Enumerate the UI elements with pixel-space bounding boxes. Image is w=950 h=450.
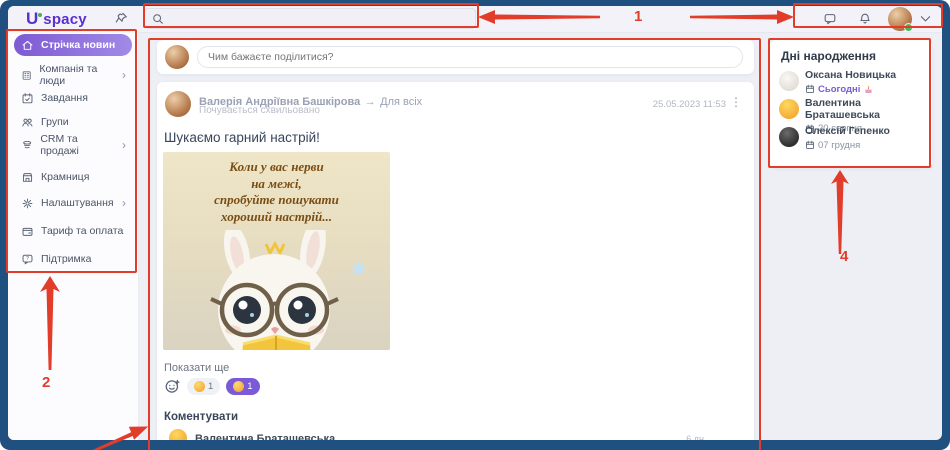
store-icon: [22, 172, 33, 182]
show-more-link[interactable]: Показати ще: [164, 362, 229, 374]
post-title: Шукаємо гарний настрій!: [164, 130, 320, 145]
logo-letter: U: [26, 9, 39, 28]
comment-author-avatar: [169, 429, 187, 440]
birthday-item[interactable]: Оксана Новицька Сьогодні: [805, 69, 896, 95]
bunny-illustration: [210, 230, 366, 350]
add-reaction-icon[interactable]: [164, 378, 181, 395]
logo-dot-icon: [38, 13, 43, 17]
sidebar-item-settings[interactable]: Налаштування ›: [14, 192, 132, 214]
party-emoji-icon: [233, 381, 245, 392]
sidebar-item-crm[interactable]: CRM та продажі ›: [14, 133, 132, 157]
sidebar-item-label: Налаштування: [41, 197, 114, 209]
sidebar-item-label: Тариф та оплата: [41, 225, 124, 237]
birthdays-title: Дні народження: [781, 49, 877, 63]
sidebar-item-label: Стрічка новин: [41, 39, 116, 51]
screenshot-canvas: Uspacy Стрічка новин Компанія та люди › …: [0, 0, 950, 450]
pin-sidebar-icon[interactable]: [114, 11, 127, 24]
meme-caption: Коли у вас нерви на межі, спробуйте пошу…: [214, 159, 339, 224]
post-composer: [157, 40, 754, 74]
reaction-count: 1: [247, 381, 253, 392]
reactions-row: 1 1: [164, 378, 260, 395]
sidebar-item-company[interactable]: Компанія та люди ›: [14, 63, 132, 87]
chevron-right-icon: ›: [122, 138, 126, 152]
calendar-icon: [806, 84, 814, 94]
post-menu-kebab-icon[interactable]: ⋮: [730, 95, 742, 109]
post-author-avatar: [165, 91, 191, 117]
gear-icon: [22, 198, 33, 208]
birthday-date: 07 грудня: [805, 140, 890, 151]
audience-arrow: →: [364, 96, 376, 108]
comments-label[interactable]: Коментувати: [164, 411, 238, 423]
sidebar-item-billing[interactable]: Тариф та оплата: [14, 220, 132, 242]
reaction-count: 1: [208, 381, 214, 392]
chevron-right-icon: ›: [122, 68, 126, 82]
birthday-avatar[interactable]: [779, 99, 799, 119]
search-icon: [153, 13, 163, 24]
funnel-icon: [23, 140, 32, 148]
sidebar-item-support[interactable]: ? Підтримка: [14, 248, 132, 270]
help-bubble-icon: ?: [22, 254, 33, 264]
birthday-item[interactable]: Олексій Гепенко 07 грудня: [805, 125, 890, 151]
sidebar-item-tasks[interactable]: Завдання: [14, 87, 132, 109]
birthday-avatar[interactable]: [779, 71, 799, 91]
global-search[interactable]: [144, 8, 476, 29]
chat-icon[interactable]: [823, 12, 837, 26]
app-window: Uspacy Стрічка новин Компанія та люди › …: [8, 6, 942, 440]
home-icon: [22, 40, 33, 50]
sidebar-item-label: CRM та продажі: [40, 133, 79, 157]
chevron-down-icon[interactable]: [920, 15, 931, 23]
feed-post: Валерія Андріївна Башкірова → Для всіх П…: [157, 82, 754, 440]
sidebar-item-store[interactable]: Крамниця: [14, 166, 132, 188]
post-audience[interactable]: Для всіх: [380, 96, 422, 108]
wallet-icon: [22, 227, 33, 236]
bell-icon[interactable]: [858, 12, 872, 26]
sidebar-item-newsfeed[interactable]: Стрічка новин: [14, 34, 132, 56]
reaction-clap-pill[interactable]: 1: [187, 378, 221, 395]
online-status-dot: [904, 23, 913, 32]
building-icon: [22, 70, 31, 80]
search-input[interactable]: [164, 11, 448, 26]
composer-avatar: [165, 45, 189, 69]
birthday-avatar[interactable]: [779, 127, 799, 147]
birthday-name[interactable]: Олексій Гепенко: [805, 125, 890, 138]
sidebar-item-label: Групи: [41, 116, 69, 128]
chevron-right-icon: ›: [122, 196, 126, 210]
sidebar-item-label: Компанія та люди: [39, 63, 98, 87]
post-timestamp: 25.05.2023 11:53: [652, 99, 726, 110]
cake-icon: [865, 85, 873, 93]
post-feeling: Почувається схвильовано: [199, 105, 320, 116]
birthday-name[interactable]: Оксана Новицька: [805, 69, 896, 82]
svg-text:?: ?: [26, 256, 29, 262]
tasks-calendar-icon: [22, 92, 33, 103]
user-avatar[interactable]: [888, 7, 913, 32]
comment-author-name[interactable]: Валентина Браташевська: [195, 433, 335, 440]
logo-wordmark: spacy: [43, 10, 87, 28]
clap-emoji-icon: [194, 381, 205, 392]
people-icon: [22, 118, 33, 126]
birthdays-widget: Дні народження Оксана Новицька Сьогодні …: [770, 40, 932, 168]
calendar-icon: [806, 140, 814, 150]
brand-logo[interactable]: Uspacy: [26, 9, 87, 29]
reaction-party-pill[interactable]: 1: [226, 378, 260, 395]
birthday-name[interactable]: Валентина Браташевська: [805, 97, 932, 121]
sidebar-item-groups[interactable]: Групи: [14, 111, 132, 133]
sidebar-item-label: Підтримка: [41, 253, 92, 265]
post-image[interactable]: Коли у вас нерви на межі, спробуйте пошу…: [163, 152, 390, 350]
birthday-date: Сьогодні: [805, 84, 896, 95]
sidebar-item-label: Завдання: [41, 92, 88, 104]
comment-time: 6 дн: [686, 434, 704, 440]
composer-input[interactable]: [197, 46, 743, 68]
sidebar-item-label: Крамниця: [41, 171, 90, 183]
